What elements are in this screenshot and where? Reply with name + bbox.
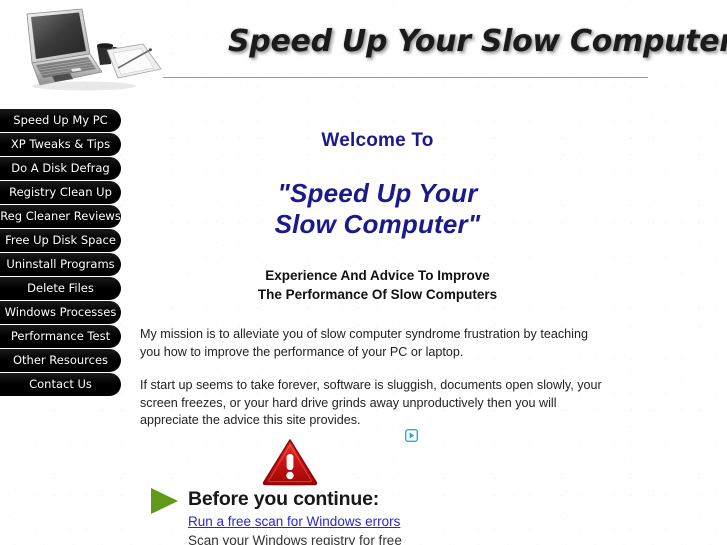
headline-line-1: "Speed Up Your bbox=[277, 178, 478, 208]
sidebar-item-registry-clean-up[interactable]: Registry Clean Up bbox=[0, 181, 121, 204]
ad-link-run-free-scan[interactable]: Run a free scan for Windows errors bbox=[188, 514, 400, 529]
green-play-triangle-icon[interactable] bbox=[148, 486, 180, 516]
page-title: Speed Up Your Slow Computer bbox=[228, 24, 727, 59]
main-content: Welcome To "Speed Up Your Slow Computer"… bbox=[140, 109, 615, 430]
intro-paragraph-1: My mission is to alleviate you of slow c… bbox=[140, 327, 588, 359]
ad-subtext: Scan your Windows registry for free bbox=[188, 533, 402, 545]
sidebar-item-uninstall-programs[interactable]: Uninstall Programs bbox=[0, 253, 121, 276]
intro-paragraph-2: If start up seems to take forever, softw… bbox=[140, 378, 602, 427]
sidebar-item-speed-up-my-pc[interactable]: Speed Up My PC bbox=[0, 109, 121, 132]
sidebar-item-windows-processes[interactable]: Windows Processes bbox=[0, 301, 121, 324]
headline-line-2: Slow Computer" bbox=[274, 209, 481, 239]
sidebar-item-xp-tweaks-tips[interactable]: XP Tweaks & Tips bbox=[0, 133, 121, 156]
advertisement-block: Before you continue: Run a free scan for… bbox=[140, 428, 430, 545]
sidebar-navigation: Speed Up My PC XP Tweaks & Tips Do A Dis… bbox=[0, 109, 121, 397]
sidebar-item-free-up-disk-space[interactable]: Free Up Disk Space bbox=[0, 229, 121, 252]
ad-heading: Before you continue: bbox=[188, 488, 380, 510]
subheading: Experience And Advice To Improve The Per… bbox=[140, 266, 615, 304]
page-root: Speed Up Your Slow Computer Speed Up My … bbox=[0, 0, 727, 545]
sidebar-item-contact-us[interactable]: Contact Us bbox=[0, 373, 121, 396]
laptop-photo-logo bbox=[26, 8, 162, 91]
sidebar-item-delete-files[interactable]: Delete Files bbox=[0, 277, 121, 300]
site-header: Speed Up Your Slow Computer bbox=[0, 0, 727, 100]
subheading-line-1: Experience And Advice To Improve bbox=[265, 268, 490, 283]
sidebar-item-reg-cleaner-reviews[interactable]: Reg Cleaner Reviews bbox=[0, 205, 121, 228]
header-divider bbox=[163, 77, 648, 78]
main-headline: "Speed Up Your Slow Computer" bbox=[140, 178, 615, 240]
red-warning-triangle-icon bbox=[262, 439, 318, 487]
adchoices-icon[interactable] bbox=[405, 429, 418, 442]
sidebar-item-do-a-disk-defrag[interactable]: Do A Disk Defrag bbox=[0, 157, 121, 180]
subheading-line-2: The Performance Of Slow Computers bbox=[257, 287, 498, 302]
sidebar-item-performance-test[interactable]: Performance Test bbox=[0, 325, 121, 348]
welcome-heading: Welcome To bbox=[321, 130, 434, 151]
sidebar-item-other-resources[interactable]: Other Resources bbox=[0, 349, 121, 372]
